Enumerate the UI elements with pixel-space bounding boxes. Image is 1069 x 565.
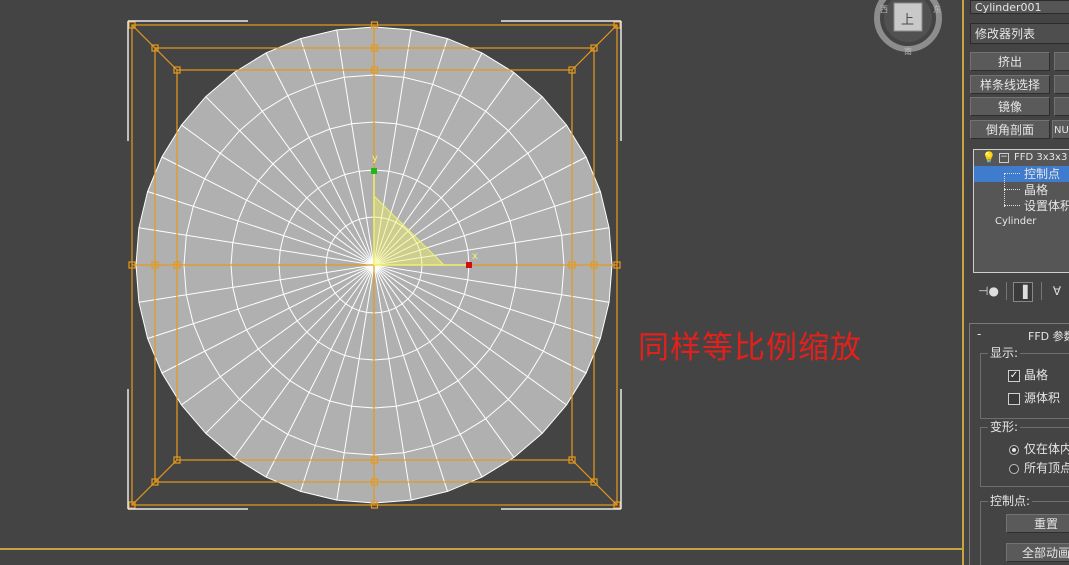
spline-select-button[interactable]: 样条线选择 bbox=[970, 75, 1050, 94]
y-axis-handle bbox=[371, 168, 377, 174]
only-in-volume-label[interactable]: 仅在体内 bbox=[1024, 441, 1069, 457]
modifier-button-empty-3[interactable] bbox=[1054, 97, 1069, 116]
x-axis-label: x bbox=[472, 251, 478, 262]
viewcube-top-face-label[interactable]: 上 bbox=[901, 9, 914, 28]
pin-stack-icon[interactable]: ⊣● bbox=[978, 282, 999, 300]
command-panel: Cylinder001 修改器列表 挤出 样条线选择 镜像 倒角剖面 NU 💡 … bbox=[966, 0, 1069, 565]
toolbar-divider bbox=[1006, 282, 1007, 300]
viewport-border-bottom bbox=[0, 548, 964, 550]
display-group-label: 显示: bbox=[988, 346, 1021, 360]
stack-subitem-control-points[interactable]: 控制点 bbox=[974, 166, 1069, 182]
rollout-collapse-icon[interactable]: - bbox=[977, 327, 981, 341]
tree-connector-icon bbox=[1004, 189, 1020, 190]
viewport-border-right bbox=[962, 0, 964, 565]
x-axis-handle bbox=[466, 262, 472, 268]
viewcube[interactable]: 西 东 南 上 bbox=[870, 0, 946, 56]
stack-item-cylinder[interactable]: Cylinder bbox=[974, 214, 1069, 230]
stack-base-object-label: Cylinder bbox=[995, 216, 1037, 227]
lattice-checkbox[interactable]: ✓ bbox=[1008, 370, 1020, 382]
bevel-profile-button[interactable]: 倒角剖面 bbox=[970, 120, 1050, 139]
tree-connector-icon bbox=[1004, 173, 1020, 174]
extrude-button[interactable]: 挤出 bbox=[970, 52, 1050, 71]
svg-text:西: 西 bbox=[880, 5, 888, 14]
reset-button[interactable]: 重置 bbox=[1006, 514, 1069, 533]
modifier-button-empty-2[interactable] bbox=[1054, 75, 1069, 94]
display-group bbox=[980, 353, 1069, 419]
show-end-result-icon[interactable]: ▐ bbox=[1013, 282, 1033, 302]
toolbar-divider bbox=[1041, 282, 1042, 300]
source-volume-checkbox[interactable] bbox=[1008, 393, 1020, 405]
stack-subitem-lattice[interactable]: 晶格 bbox=[974, 182, 1069, 198]
deform-group-label: 变形: bbox=[988, 420, 1021, 434]
all-vertices-radio[interactable] bbox=[1009, 464, 1019, 474]
stack-subitem-label: 设置体积 bbox=[1024, 199, 1069, 213]
animate-all-button[interactable]: 全部动画 bbox=[1006, 543, 1069, 562]
annotation-text: 同样等比例缩放 bbox=[638, 330, 862, 366]
modifier-button-empty-1[interactable] bbox=[1054, 52, 1069, 71]
lattice-checkbox-label[interactable]: 晶格 bbox=[1024, 367, 1048, 383]
modifier-button-nu[interactable]: NU bbox=[1052, 120, 1069, 139]
viewport[interactable]: yx 同样等比例缩放 西 东 南 上 bbox=[0, 0, 964, 565]
stack-item-ffd-label: FFD 3x3x3 bbox=[1014, 152, 1068, 163]
stack-subitem-set-volume[interactable]: 设置体积 bbox=[974, 198, 1069, 214]
stack-subitem-label: 控制点 bbox=[1024, 167, 1061, 181]
deform-group bbox=[980, 427, 1069, 487]
modifier-list-dropdown[interactable]: 修改器列表 bbox=[970, 23, 1069, 44]
modifier-stack[interactable]: 💡 − FFD 3x3x3 控制点 晶格 设置体积 Cylinder bbox=[973, 149, 1069, 273]
viewport-scene[interactable]: yx bbox=[0, 0, 962, 548]
all-vertices-label[interactable]: 所有顶点 bbox=[1024, 460, 1069, 476]
tree-vertical-line bbox=[1004, 174, 1005, 207]
mirror-button[interactable]: 镜像 bbox=[970, 97, 1050, 116]
svg-text:南: 南 bbox=[904, 46, 912, 56]
collapse-minus-icon[interactable]: − bbox=[999, 153, 1009, 163]
source-volume-checkbox-label[interactable]: 源体积 bbox=[1024, 390, 1060, 406]
stack-subitem-label: 晶格 bbox=[1024, 183, 1049, 197]
y-axis-label: y bbox=[372, 153, 378, 164]
object-name-field[interactable]: Cylinder001 bbox=[970, 0, 1069, 14]
only-in-volume-radio[interactable] bbox=[1009, 445, 1019, 455]
rollout-title[interactable]: FFD 参数 bbox=[1028, 328, 1069, 344]
make-unique-icon[interactable]: ∀ bbox=[1048, 282, 1066, 300]
control-points-group-label: 控制点: bbox=[988, 494, 1033, 508]
lightbulb-icon[interactable]: 💡 bbox=[982, 150, 996, 166]
stack-item-ffd[interactable]: 💡 − FFD 3x3x3 bbox=[974, 150, 1069, 166]
tree-connector-icon bbox=[1004, 205, 1020, 206]
svg-text:东: 东 bbox=[933, 4, 941, 14]
